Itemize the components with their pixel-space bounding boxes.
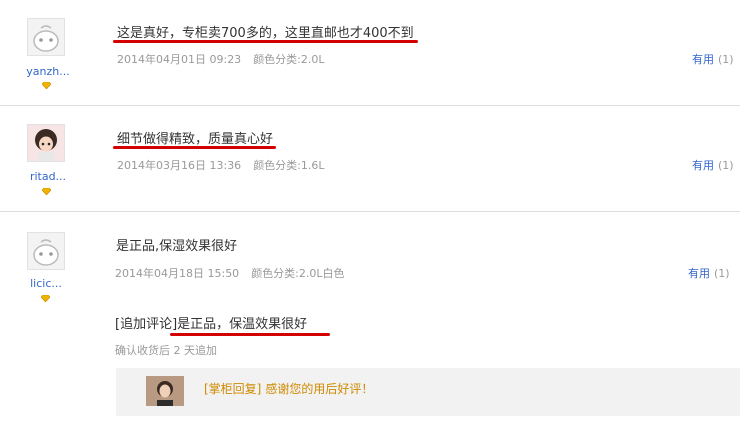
vip-diamond-icon [42,188,51,195]
vip-diamond-icon [42,82,51,89]
review-spec: 颜色分类:2.0L [253,53,325,66]
highlight-underline [113,146,276,149]
followup-review: [追加评论]是正品，保温效果很好 [115,313,307,332]
default-avatar-icon[interactable] [27,232,65,270]
seller-avatar [146,376,184,406]
review-item: yanzh... 这是真好，专柜卖700多的，这里直邮也才400不到 2014年… [0,0,740,106]
review-content: 细节做得精致，质量真心好 [117,132,274,147]
review-spec: 颜色分类:2.0L白色 [251,267,345,280]
seller-reply-box: [掌柜回复] 感谢您的用后好评！ [116,368,740,416]
useful-button[interactable]: 有用 (1) [692,157,734,173]
review-content: 是正品,保湿效果很好 [116,239,238,254]
followup-tag: [追加评论] [115,317,178,332]
followup-text: 是正品，保温效果很好 [177,317,308,332]
highlight-underline [113,40,418,43]
useful-count: (1) [714,267,730,280]
seller-reply: [掌柜回复] 感谢您的用后好评！ [204,380,373,397]
reply-tag: [掌柜回复] [204,382,262,396]
default-avatar-icon[interactable] [27,18,65,56]
useful-button[interactable]: 有用 (1) [692,51,734,67]
useful-count: (1) [718,53,734,66]
username-link[interactable]: licic... [16,277,76,290]
useful-label[interactable]: 有用 [692,159,714,172]
useful-count: (1) [718,159,734,172]
useful-label[interactable]: 有用 [688,267,710,280]
reply-text: 感谢您的用后好评！ [265,382,374,396]
useful-button[interactable]: 有用 (1) [688,265,730,281]
review-date: 2014年03月16日 13:36 [117,159,242,172]
vip-diamond-icon [41,295,50,302]
username-link[interactable]: yanzh... [18,65,78,78]
review-meta: 2014年03月16日 13:36 颜色分类:1.6L [117,157,325,173]
review-item: ritad... 细节做得精致，质量真心好 2014年03月16日 13:36 颜… [0,106,740,212]
review-meta: 2014年04月01日 09:23 颜色分类:2.0L [117,51,325,67]
useful-label[interactable]: 有用 [692,53,714,66]
user-avatar[interactable] [27,124,65,162]
username-link[interactable]: ritad... [18,170,78,183]
review-date: 2014年04月01日 09:23 [117,53,242,66]
review-spec: 颜色分类:1.6L [253,159,325,172]
followup-timing: 确认收货后 2 天追加 [115,344,217,357]
review-content: 这是真好，专柜卖700多的，这里直邮也才400不到 [117,26,414,41]
highlight-underline [170,333,330,336]
review-meta: 2014年04月18日 15:50 颜色分类:2.0L白色 [115,265,345,281]
review-date: 2014年04月18日 15:50 [115,267,240,280]
